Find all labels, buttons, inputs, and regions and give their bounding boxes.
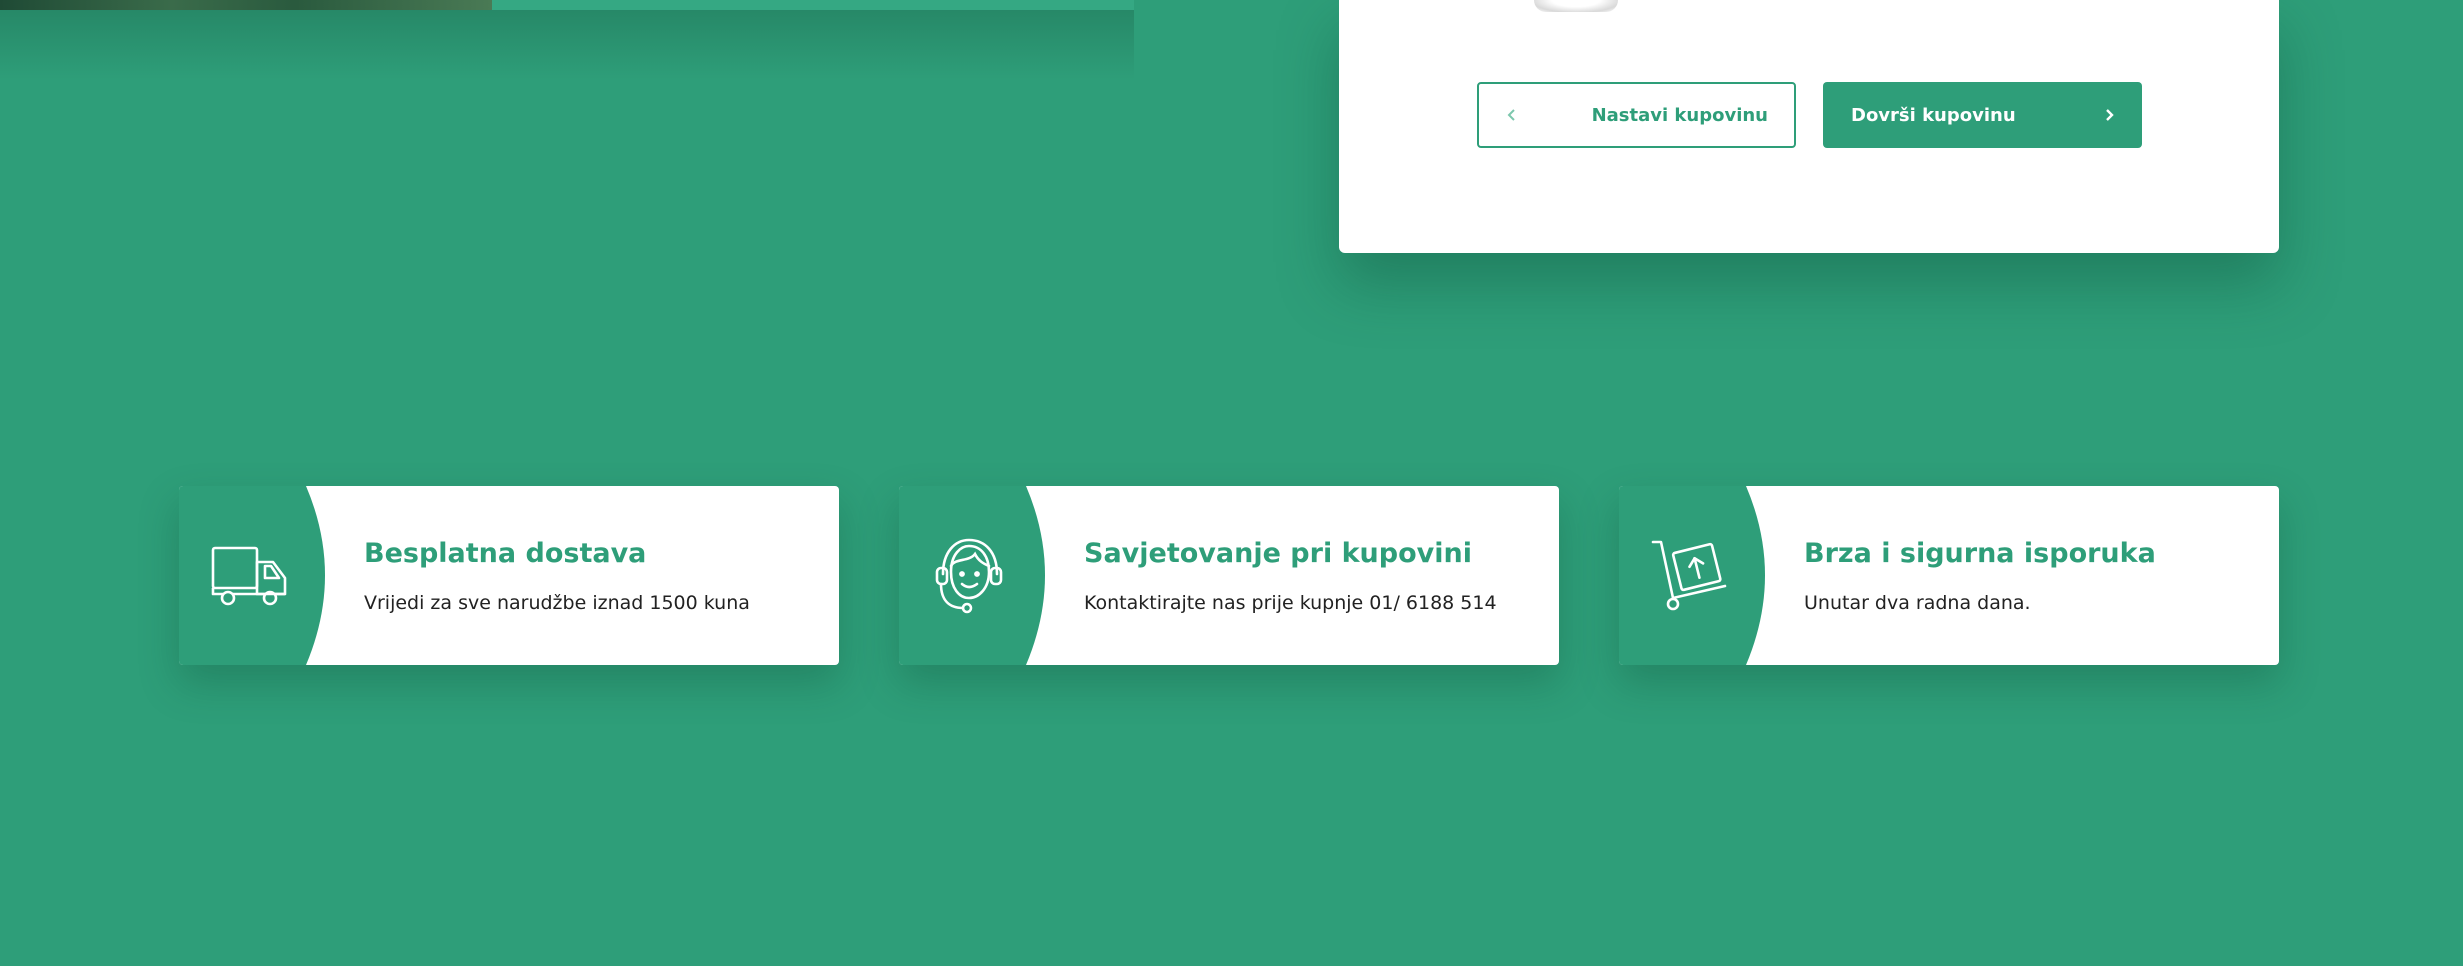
hero-shadow — [0, 10, 1134, 80]
hero-strip — [492, 0, 1134, 10]
chevron-right-icon — [2106, 109, 2114, 121]
feature-title: Savjetovanje pri kupovini — [1084, 538, 1472, 569]
feature-description: Vrijedi za sve narudžbe iznad 1500 kuna — [364, 592, 750, 614]
feature-title: Besplatna dostava — [364, 538, 647, 569]
feature-icon-band — [1619, 486, 1779, 665]
feature-description: Unutar dva radna dana. — [1804, 592, 2031, 614]
product-image — [1534, 0, 1618, 12]
feature-card-fast-secure-delivery: Brza i sigurna isporuka Unutar dva radna… — [1619, 486, 2279, 665]
customer-support-headset-icon — [935, 538, 1003, 614]
finish-purchase-label: Dovrši kupovinu — [1851, 104, 2016, 126]
feature-description: Kontaktirajte nas prije kupnje 01/ 6188 … — [1084, 592, 1497, 614]
feature-icon-band — [179, 486, 339, 665]
feature-card-free-delivery: Besplatna dostava Vrijedi za sve narudžb… — [179, 486, 839, 665]
chevron-left-icon — [1507, 109, 1515, 121]
feature-title: Brza i sigurna isporuka — [1804, 538, 2156, 569]
delivery-truck-icon — [211, 546, 287, 606]
continue-shopping-label: Nastavi kupovinu — [1591, 104, 1768, 126]
hero-image-edge — [0, 0, 492, 10]
hand-truck-box-icon — [1651, 540, 1727, 611]
continue-shopping-button[interactable]: Nastavi kupovinu — [1477, 82, 1796, 148]
feature-card-purchase-advice: Savjetovanje pri kupovini Kontaktirajte … — [899, 486, 1559, 665]
feature-icon-band — [899, 486, 1059, 665]
finish-purchase-button[interactable]: Dovrši kupovinu — [1823, 82, 2142, 148]
cart-summary-card: Nastavi kupovinu Dovrši kupovinu — [1339, 0, 2279, 253]
